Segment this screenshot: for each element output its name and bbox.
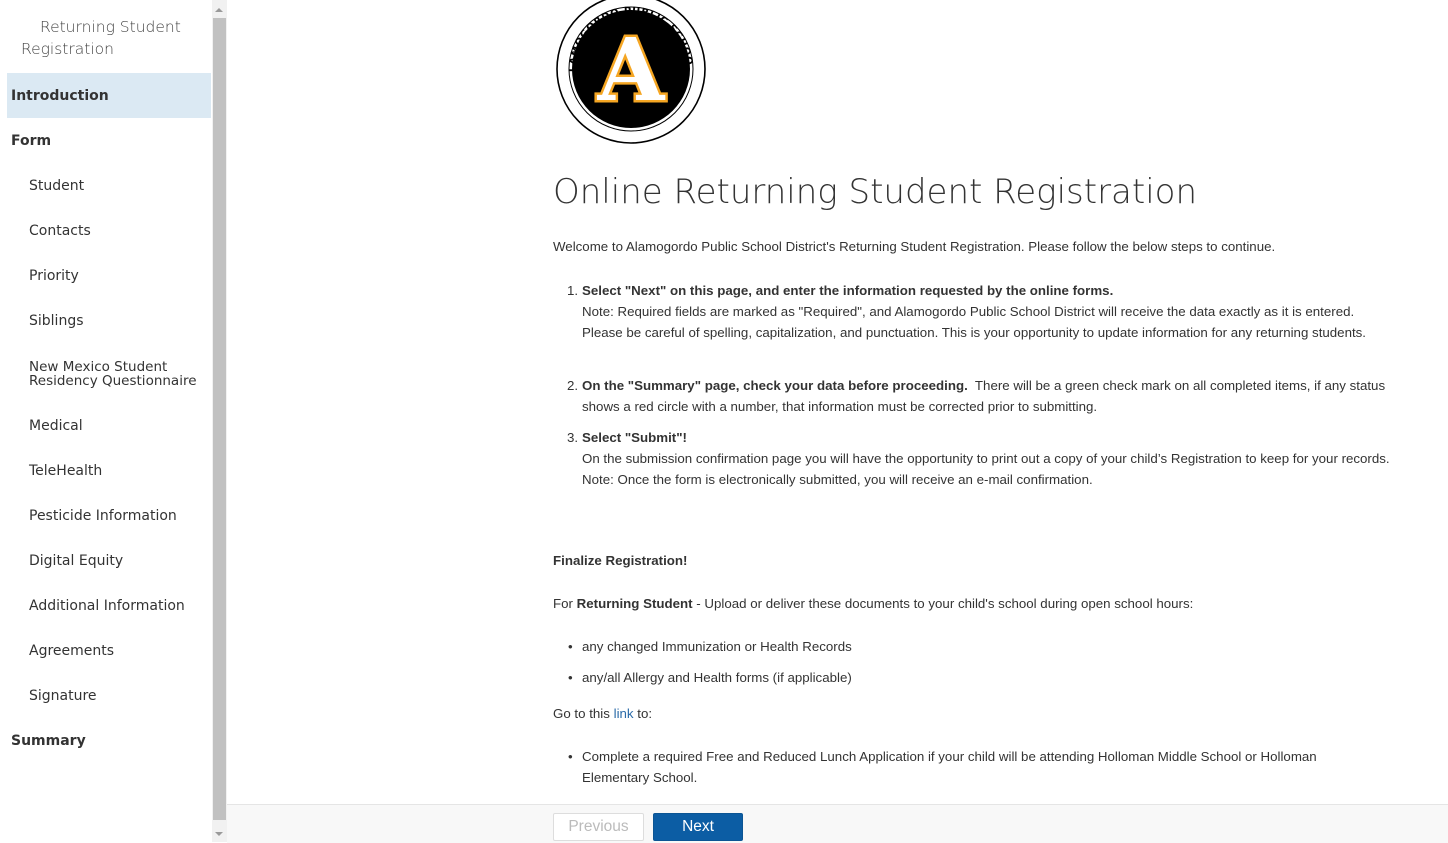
step-number: 1. [567,283,579,298]
sidebar-item-form[interactable]: Form [7,118,211,163]
sidebar-nav: Returning Student Registration Introduct… [0,0,212,842]
step-text: On the submission confirmation page you … [582,451,1390,487]
external-link[interactable]: link [614,706,634,721]
step-2: 2. On the "Summary" page, check your dat… [553,375,1393,417]
logo-letter: A [597,20,666,121]
sidebar-item-label: Form [11,132,52,149]
document-text: any changed Immunization or Health Recor… [582,639,852,654]
sidebar-item-additional-information[interactable]: Additional Information [7,583,211,628]
sidebar-item-student[interactable]: Student [7,163,211,208]
step-number: 3. [567,430,579,445]
returning-student-instructions: For Returning Student - Upload or delive… [553,593,1193,614]
sidebar-item-signature[interactable]: Signature [7,673,211,718]
welcome-text: Welcome to Alamogordo Public School Dist… [553,239,1276,254]
sidebar-item-summary[interactable]: Summary [7,718,211,763]
sidebar-item-label: Additional Information [29,597,185,614]
sidebar-item-label: Medical [29,417,83,434]
goto-link-text: Go to this link to: [553,703,652,724]
sidebar-item-label: Priority [29,267,79,284]
bullet-icon: • [568,749,573,764]
step-text: Note: Required fields are marked as "Req… [582,304,1367,340]
step-1: 1. Select "Next" on this page, and enter… [553,280,1393,343]
sidebar-item-label-line2: Residency Questionnaire [29,373,197,389]
for-prefix: For [553,596,577,611]
for-suffix: - Upload or deliver these documents to y… [692,596,1194,611]
step-heading: On the "Summary" page, check your data b… [582,378,968,393]
sidebar-item-label: Digital Equity [29,552,124,569]
goto-prefix: Go to this [553,706,614,721]
page-title: Online Returning Student Registration [553,172,1198,212]
scroll-down-arrow-icon[interactable] [215,832,223,836]
sidebar-item-siblings[interactable]: Siblings [7,298,211,343]
returning-student-label: Returning Student [576,596,693,611]
footer-bar: Previous Next [227,804,1448,843]
school-district-logo: ALAMOGORDO PUBLIC SCHOOLS ESTABLISHED IN… [554,0,706,144]
document-list-item: • any changed Immunization or Health Rec… [568,636,1382,657]
sidebar-item-label: Student [29,177,85,194]
bullet-icon: • [568,670,573,685]
goto-suffix: to: [633,706,653,721]
sidebar-item-label: Siblings [29,312,84,329]
sidebar-item-agreements[interactable]: Agreements [7,628,211,673]
document-text: any/all Allergy and Health forms (if app… [582,670,852,685]
sidebar-item-contacts[interactable]: Contacts [7,208,211,253]
bullet-icon: • [568,639,573,654]
step-number: 2. [567,378,579,393]
sidebar-item-telehealth[interactable]: TeleHealth [7,448,211,493]
sidebar-item-introduction[interactable]: Introduction [7,73,211,118]
sidebar-item-label: Pesticide Information [29,507,177,524]
finalize-heading: Finalize Registration! [553,553,688,568]
sidebar-item-label: Signature [29,687,97,704]
sidebar-title: Returning Student Registration [21,16,201,60]
sidebar-item-label: TeleHealth [29,462,103,479]
sidebar-item-digital-equity[interactable]: Digital Equity [7,538,211,583]
sidebar-item-label: New Mexico Student Residency Questionnai… [29,360,197,388]
sidebar-title-line1: Returning Student [40,18,181,36]
link-list-item: • Complete a required Free and Reduced L… [568,746,1382,788]
sidebar-title-line2: Registration [21,40,114,58]
scrollbar-thumb[interactable] [213,18,226,820]
sidebar-item-pesticide-information[interactable]: Pesticide Information [7,493,211,538]
scroll-up-arrow-icon[interactable] [215,8,223,12]
sidebar-item-label: Agreements [29,642,115,659]
main-content: ALAMOGORDO PUBLIC SCHOOLS ESTABLISHED IN… [227,0,1448,804]
sidebar-item-priority[interactable]: Priority [7,253,211,298]
sidebar-item-label: Contacts [29,222,91,239]
sidebar-item-medical[interactable]: Medical [7,403,211,448]
sidebar-item-label: Introduction [11,87,109,104]
document-list-item: • any/all Allergy and Health forms (if a… [568,667,1382,688]
sidebar-item-residency-questionnaire[interactable]: New Mexico Student Residency Questionnai… [7,351,211,397]
next-button[interactable]: Next [653,813,743,841]
step-heading: Select "Next" on this page, and enter th… [582,283,1114,298]
sidebar-item-label: Summary [11,732,86,749]
step-heading: Select "Submit"! [582,430,687,445]
step-3: 3. Select "Submit"! On the submission co… [553,427,1393,490]
previous-button[interactable]: Previous [553,813,644,841]
link-item-text: Complete a required Free and Reduced Lun… [582,749,1317,785]
sidebar-scrollbar[interactable] [212,0,227,842]
